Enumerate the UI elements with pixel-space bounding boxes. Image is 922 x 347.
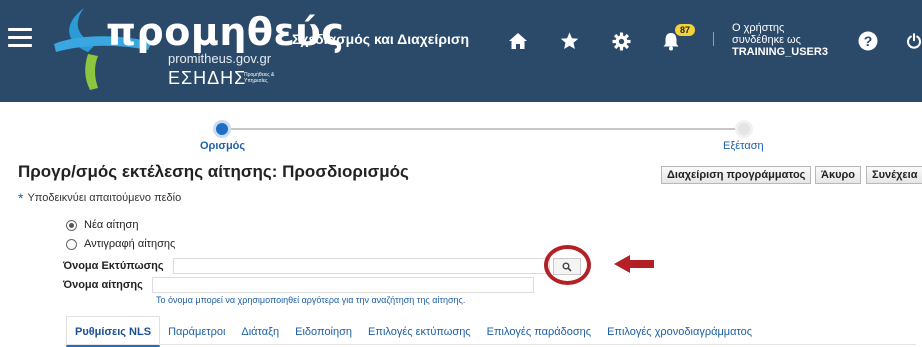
help-icon[interactable]: ? bbox=[857, 30, 879, 52]
page-title: Προγρ/σμός εκτέλεσης αίτησης: Προσδιορισ… bbox=[18, 162, 409, 181]
gear-icon[interactable] bbox=[610, 30, 632, 52]
required-asterisk-icon: * bbox=[18, 190, 24, 206]
highlight-circle-annotation bbox=[544, 245, 591, 285]
tab-parameters[interactable]: Παράμετροι bbox=[160, 316, 233, 347]
notification-count-badge[interactable]: 87 bbox=[675, 24, 695, 36]
radio-copy-request[interactable]: Αντιγραφή αίτησης bbox=[66, 238, 175, 250]
user-label-line2: συνδέθηκε ως bbox=[732, 34, 801, 46]
user-info: Ο χρήστης συνδέθηκε ως TRAINING_USER3 bbox=[732, 22, 828, 58]
username: TRAINING_USER3 bbox=[732, 46, 828, 58]
star-icon[interactable] bbox=[558, 30, 580, 52]
svg-text:?: ? bbox=[864, 33, 873, 49]
cancel-button[interactable]: Άκυρο bbox=[815, 166, 862, 184]
logo-esidis: ΕΣΗΔΗΣ bbox=[168, 68, 247, 88]
request-name-label: Όνομα αίτησης bbox=[63, 279, 143, 291]
required-field-note: * Υποδεικνύει απαιτούμενο πεδίο bbox=[18, 190, 181, 206]
user-label-line1: Ο χρήστης bbox=[732, 22, 785, 34]
header-divider bbox=[713, 32, 714, 46]
tab-bar-divider bbox=[66, 344, 916, 345]
logo-esidis-subtitle: Προμήθειες & Υπηρεσίες bbox=[244, 72, 275, 84]
continue-button[interactable]: Συνέχεια bbox=[866, 166, 922, 184]
print-name-label: Όνομα Εκτύπωσης bbox=[63, 260, 164, 272]
logo-url: promitheus.gov.gr bbox=[168, 51, 272, 66]
menu-icon[interactable] bbox=[8, 28, 32, 48]
radio-new-request[interactable]: Νέα αίτηση bbox=[66, 219, 138, 231]
power-icon[interactable] bbox=[906, 30, 922, 52]
train-progress-line bbox=[223, 128, 743, 130]
request-name-hint: Το όνομα μπορεί να χρησιμοποιηθεί αργότε… bbox=[156, 295, 466, 305]
home-icon[interactable] bbox=[507, 30, 529, 52]
train-step-definition-label[interactable]: Ορισμός bbox=[200, 140, 245, 152]
radio-new-request-control[interactable] bbox=[66, 219, 77, 231]
tab-schedule-options[interactable]: Επιλογές χρονοδιαγράμματος bbox=[599, 316, 760, 347]
app-title: Σχεδιασμός και Διαχείριση bbox=[292, 31, 469, 47]
train-step-review-label[interactable]: Εξέταση bbox=[723, 140, 764, 152]
tab-print-options[interactable]: Επιλογές εκτύπωσης bbox=[360, 316, 479, 347]
schedule-management-button[interactable]: Διαχείριση προγράμματος bbox=[661, 166, 812, 184]
promitheus-logo[interactable]: προμηθεύς promitheus.gov.gr ΕΣΗΔΗΣ Προμή… bbox=[48, 4, 344, 96]
tab-layout[interactable]: Διάταξη bbox=[233, 316, 287, 347]
required-field-note-text: Υποδεικνύει απαιτούμενο πεδίο bbox=[27, 192, 182, 204]
red-arrow-annotation-icon bbox=[614, 255, 654, 273]
tab-delivery-options[interactable]: Επιλογές παράδοσης bbox=[479, 316, 599, 347]
train-step-definition-marker[interactable] bbox=[213, 120, 231, 138]
print-name-input[interactable] bbox=[173, 258, 550, 274]
request-name-input[interactable] bbox=[152, 277, 534, 293]
train-step-review-marker[interactable] bbox=[735, 120, 753, 138]
radio-new-request-label[interactable]: Νέα αίτηση bbox=[84, 219, 138, 231]
app-header: προμηθεύς promitheus.gov.gr ΕΣΗΔΗΣ Προμή… bbox=[0, 0, 922, 102]
tab-nls-settings[interactable]: Ρυθμίσεις NLS bbox=[66, 316, 161, 347]
tab-notification[interactable]: Ειδοποίηση bbox=[287, 316, 360, 347]
radio-copy-request-label[interactable]: Αντιγραφή αίτησης bbox=[84, 238, 175, 250]
tab-bar: Ρυθμίσεις NLS Παράμετροι Διάταξη Ειδοποί… bbox=[66, 316, 916, 347]
radio-copy-request-control[interactable] bbox=[66, 238, 77, 250]
